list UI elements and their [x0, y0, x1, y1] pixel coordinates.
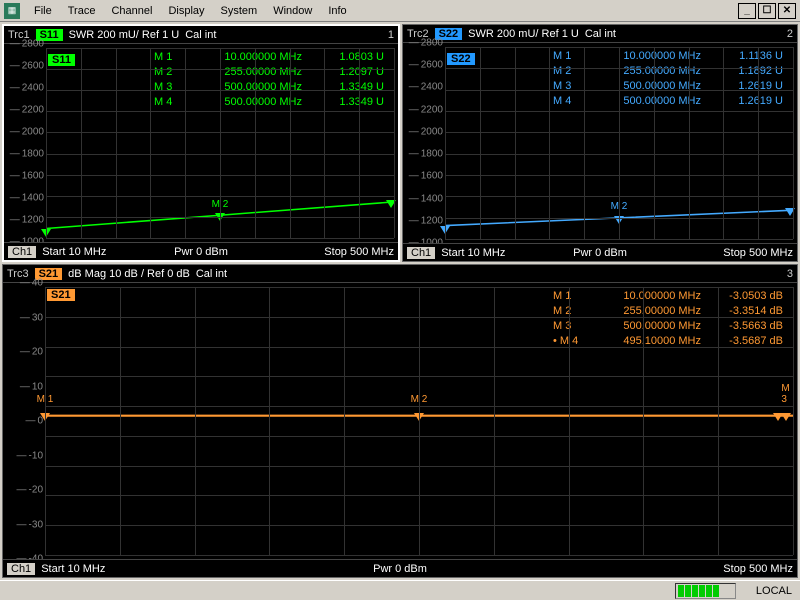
panel-footer: Ch1 Start 10 MHz Pwr 0 dBm Stop 500 MHz: [4, 242, 398, 260]
stop-freq: Stop 500 MHz: [324, 246, 394, 258]
app-icon: ▦: [4, 3, 20, 19]
cal-label: Cal int: [585, 28, 616, 40]
panel-footer: Ch1 Start 10 MHz Pwr 0 dBm Stop 500 MHz: [3, 559, 797, 577]
menu-bar: ▦ File Trace Channel Display System Wind…: [0, 0, 800, 22]
trace-panel-s21[interactable]: Trc3 S21 dB Mag 10 dB / Ref 0 dB Cal int…: [2, 264, 798, 578]
panel-number: 1: [388, 29, 394, 41]
channel-label: Ch1: [407, 247, 435, 259]
grid-area: S22 M 110.000000 MHz1.1136 UM 2255.00000…: [445, 47, 793, 239]
y-axis: 2800260024002200200018001600140012001000: [8, 44, 44, 242]
format-label: dB Mag 10 dB / Ref 0 dB: [68, 268, 190, 280]
marker-table: M 110.000000 MHz-3.0503 dBM 2255.00000 M…: [553, 289, 783, 349]
format-label: SWR 200 mU/ Ref 1 U: [69, 29, 180, 41]
signal-bars-icon: [675, 583, 736, 599]
panel-number: 2: [787, 28, 793, 40]
menu-display[interactable]: Display: [160, 3, 212, 19]
power-label: Pwr 0 dBm: [174, 246, 228, 258]
y-axis: 403020100-10-20-30-40: [7, 283, 43, 559]
panel-header: Trc1 S11 SWR 200 mU/ Ref 1 U Cal int 1: [4, 26, 398, 44]
trace-panel-s11[interactable]: Trc1 S11 SWR 200 mU/ Ref 1 U Cal int 1 2…: [2, 24, 400, 262]
marker-label-m3: M 3: [781, 383, 789, 405]
cal-label: Cal int: [185, 29, 216, 41]
stop-freq: Stop 500 MHz: [723, 247, 793, 259]
menu-channel[interactable]: Channel: [103, 3, 160, 19]
marker-m4[interactable]: [773, 413, 783, 421]
grid-area: S11 M 110.000000 MHz1.0803 UM 2255.00000…: [46, 48, 394, 238]
panel-footer: Ch1 Start 10 MHz Pwr 0 dBm Stop 500 MHz: [403, 243, 797, 261]
start-freq: Start 10 MHz: [441, 247, 505, 259]
format-label: SWR 200 mU/ Ref 1 U: [468, 28, 579, 40]
power-label: Pwr 0 dBm: [373, 563, 427, 575]
minimize-button[interactable]: _: [738, 3, 756, 19]
local-indicator: LOCAL: [756, 585, 792, 597]
panel-number: 3: [787, 268, 793, 280]
menu-window[interactable]: Window: [265, 3, 320, 19]
menu-system[interactable]: System: [213, 3, 266, 19]
marker-table: M 110.000000 MHz1.1136 UM 2255.00000 MHz…: [553, 49, 783, 109]
trace-panel-s22[interactable]: Trc2 S22 SWR 200 mU/ Ref 1 U Cal int 2 2…: [402, 24, 798, 262]
y-axis: 2800260024002200200018001600140012001000: [407, 43, 443, 243]
menu-trace[interactable]: Trace: [60, 3, 104, 19]
s-badge: S22: [447, 53, 475, 65]
s-badge: S11: [48, 54, 75, 66]
channel-label: Ch1: [7, 563, 35, 575]
grid-area: S21 M 110.000000 MHz-3.0503 dBM 2255.000…: [45, 287, 793, 555]
start-freq: Start 10 MHz: [41, 563, 105, 575]
status-bar: LOCAL: [0, 580, 800, 600]
menu-info[interactable]: Info: [320, 3, 354, 19]
stop-freq: Stop 500 MHz: [723, 563, 793, 575]
panel-header: Trc3 S21 dB Mag 10 dB / Ref 0 dB Cal int…: [3, 265, 797, 283]
maximize-button[interactable]: ☐: [758, 3, 776, 19]
cal-label: Cal int: [196, 268, 227, 280]
start-freq: Start 10 MHz: [42, 246, 106, 258]
s-badge: S21: [47, 289, 75, 301]
menu-file[interactable]: File: [26, 3, 60, 19]
power-label: Pwr 0 dBm: [573, 247, 627, 259]
panel-header: Trc2 S22 SWR 200 mU/ Ref 1 U Cal int 2: [403, 25, 797, 43]
marker-table: M 110.000000 MHz1.0803 UM 2255.00000 MHz…: [154, 50, 384, 110]
channel-label: Ch1: [8, 246, 36, 258]
close-button[interactable]: ✕: [778, 3, 796, 19]
